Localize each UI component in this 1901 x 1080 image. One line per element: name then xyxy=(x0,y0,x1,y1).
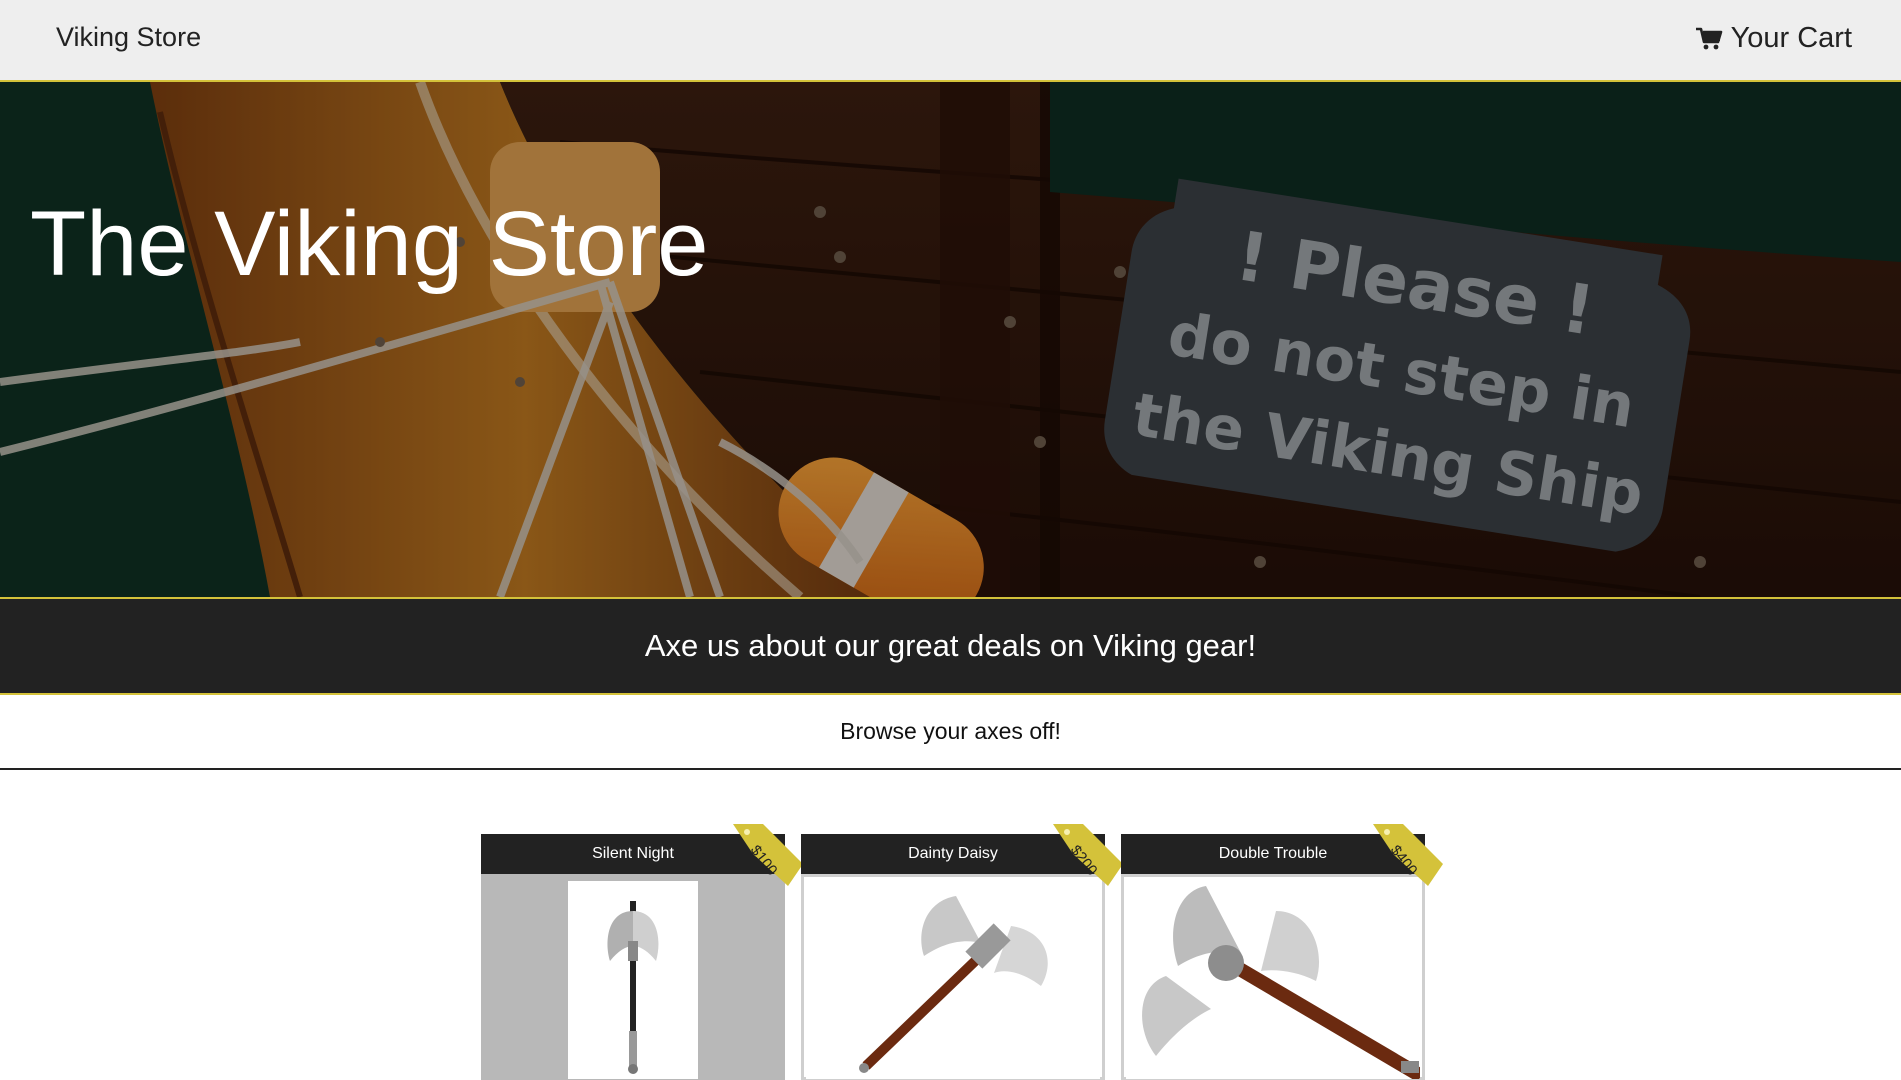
browse-text: Browse your axes off! xyxy=(840,718,1061,744)
product-card[interactable]: Double Trouble $400 xyxy=(1121,824,1443,1080)
axe-image xyxy=(1126,881,1420,1079)
top-navbar: Viking Store Your Cart xyxy=(0,0,1901,82)
product-image-frame xyxy=(481,874,785,1080)
shopping-cart-icon xyxy=(1695,27,1723,51)
product-card[interactable]: Dainty Daisy $200 xyxy=(801,824,1123,1080)
viking-ship-photo: ! Please ! do not step in the Viking Shi… xyxy=(0,82,1901,597)
product-card[interactable]: Silent Night $100 xyxy=(481,824,803,1080)
tagline-text: Axe us about our great deals on Viking g… xyxy=(644,628,1257,663)
hero-banner: ! Please ! do not step in the Viking Shi… xyxy=(0,82,1901,597)
price-tag: $100 xyxy=(733,824,803,894)
hero-title: The Viking Store xyxy=(30,193,709,295)
product-image-frame xyxy=(1121,874,1425,1080)
cart-label: Your Cart xyxy=(1730,22,1852,54)
tagline-band: Axe us about our great deals on Viking g… xyxy=(0,597,1901,695)
price-tag: $200 xyxy=(1053,824,1123,894)
axe-image xyxy=(806,881,1100,1079)
product-grid: Silent Night $100 Dainty Daisy $200 Doub… xyxy=(0,770,1901,1080)
brand-link[interactable]: Viking Store xyxy=(56,22,201,53)
cart-link[interactable]: Your Cart xyxy=(1695,22,1852,55)
price-tag: $400 xyxy=(1373,824,1443,894)
product-image-frame xyxy=(801,874,1105,1080)
axe-image xyxy=(568,881,698,1079)
browse-strip: Browse your axes off! xyxy=(0,695,1901,770)
